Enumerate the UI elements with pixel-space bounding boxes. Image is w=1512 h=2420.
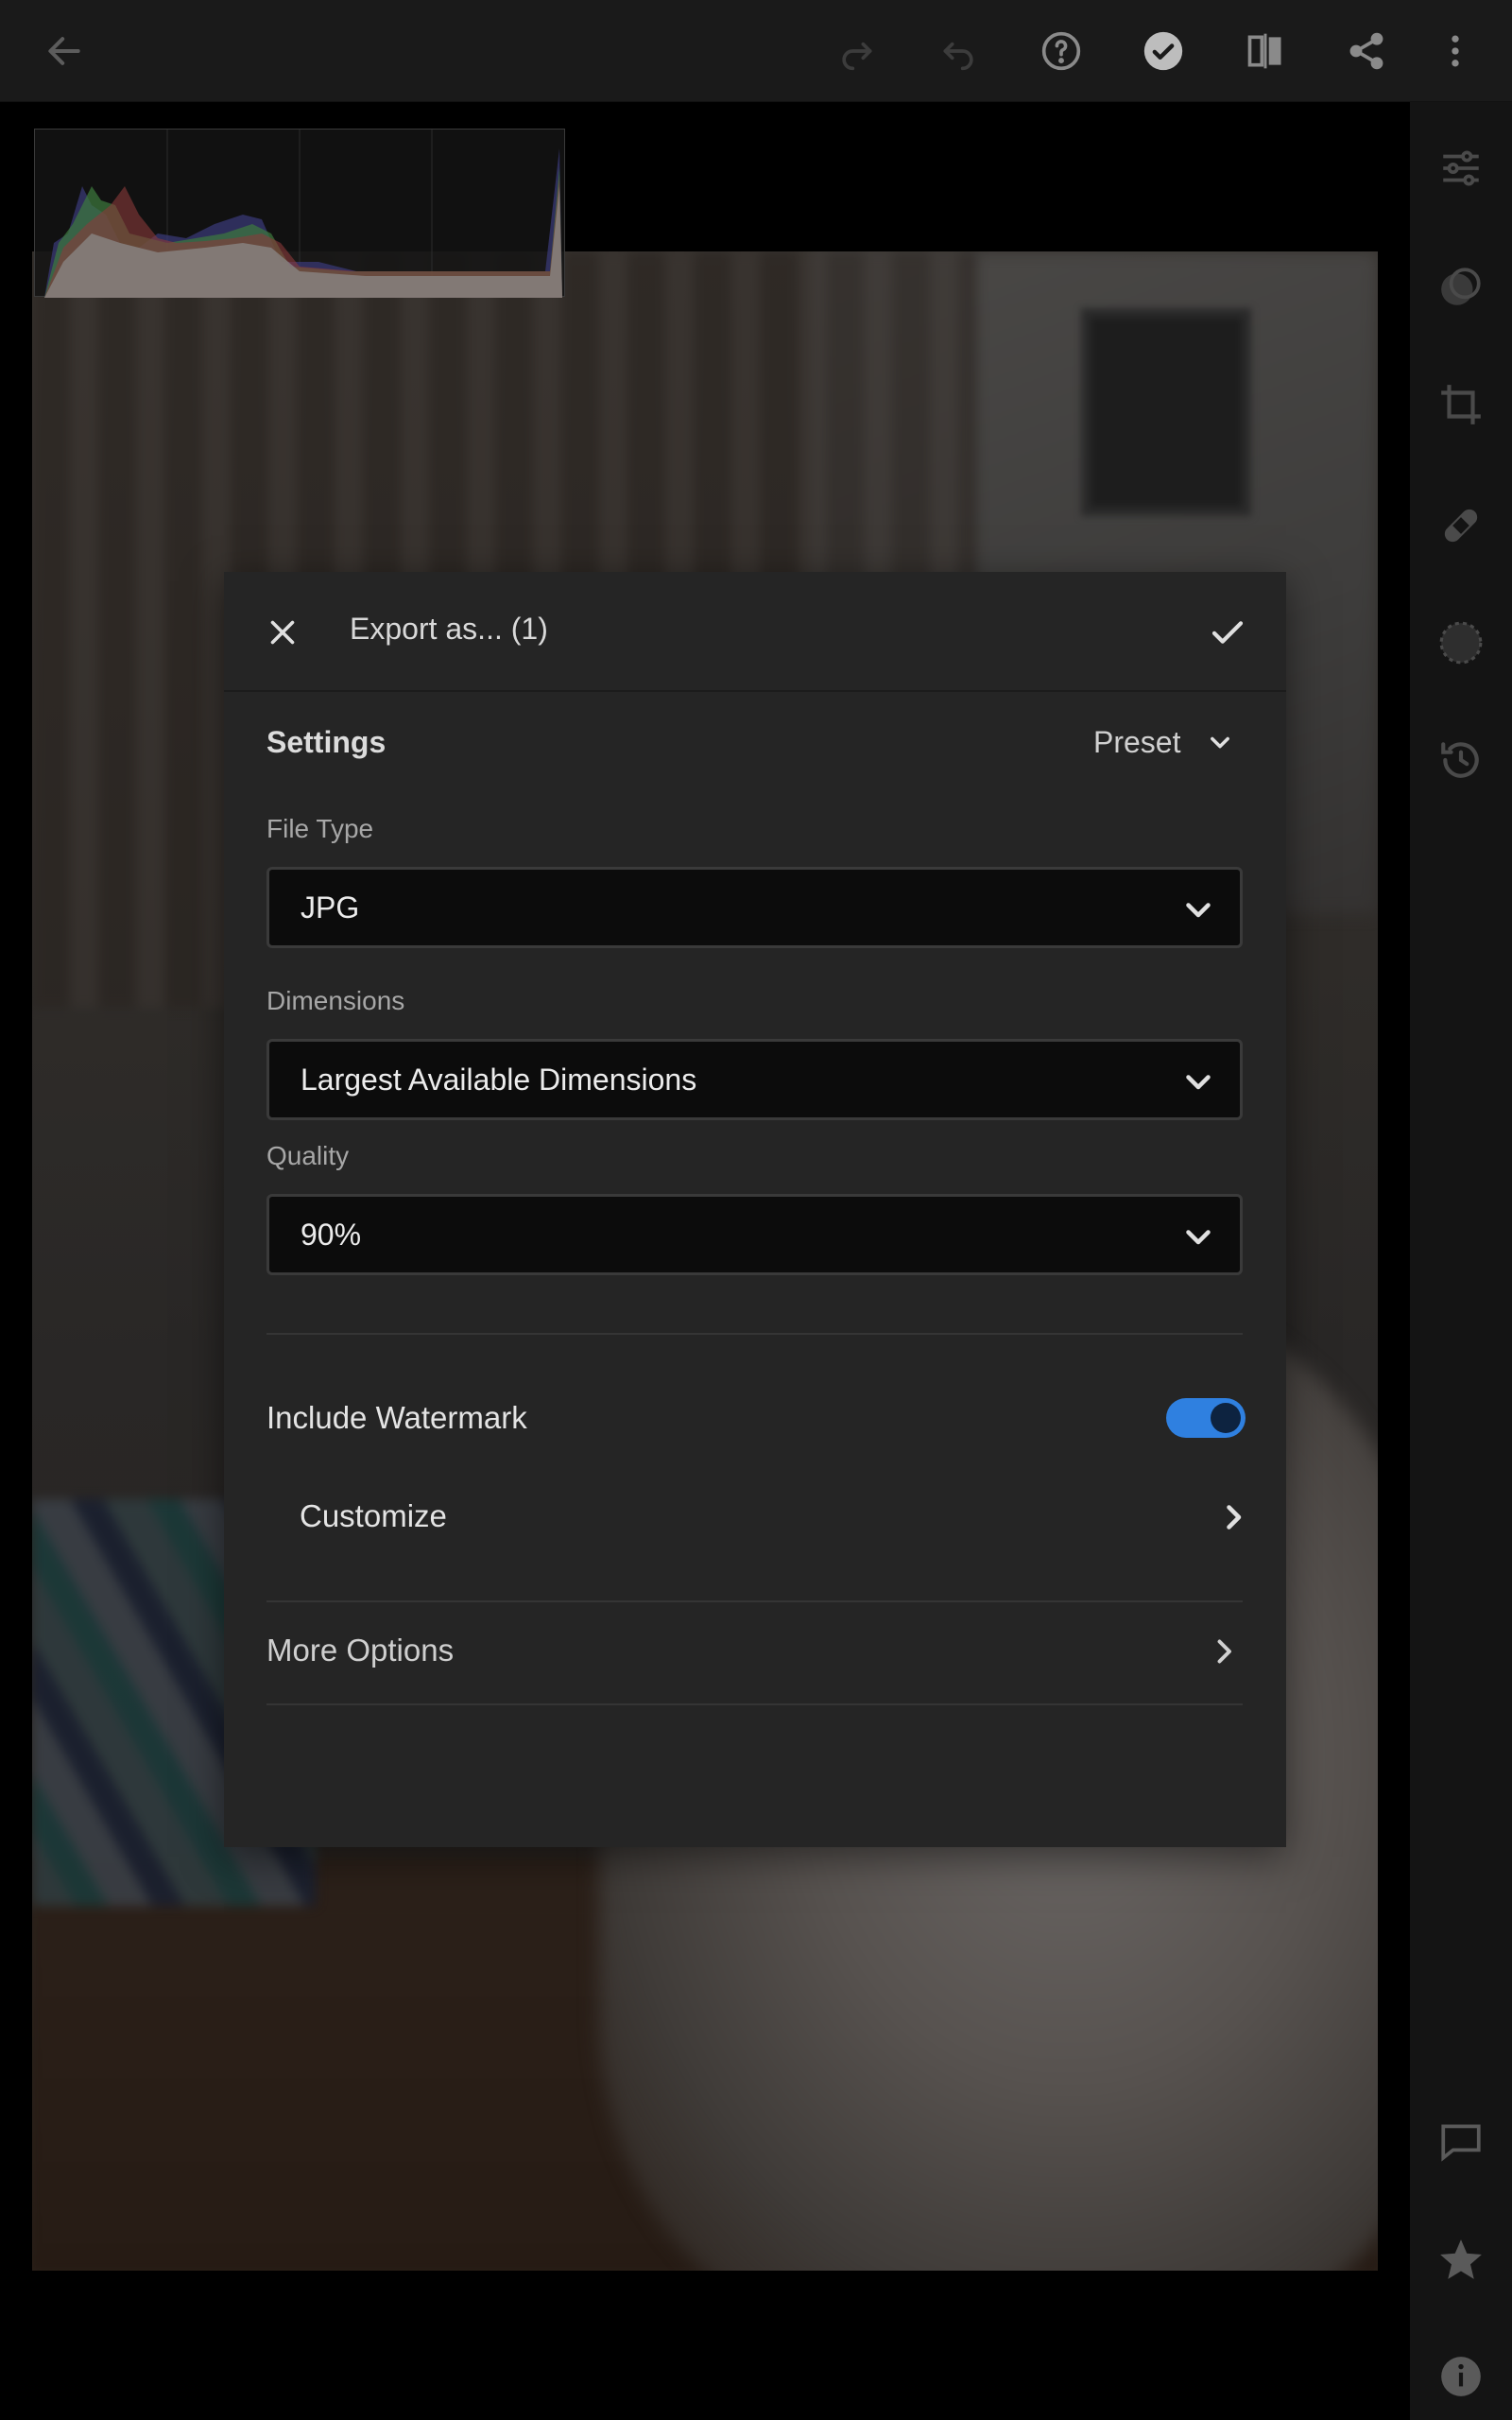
masking-button[interactable] — [1433, 259, 1489, 316]
divider — [266, 1600, 1243, 1602]
help-button[interactable] — [1033, 23, 1090, 79]
dimensions-value: Largest Available Dimensions — [301, 1063, 697, 1097]
more-button[interactable] — [1427, 23, 1484, 79]
rating-button[interactable] — [1433, 2231, 1489, 2288]
chevron-down-icon — [1186, 1230, 1211, 1245]
healing-icon — [1444, 509, 1478, 543]
preset-dropdown[interactable]: Preset — [1093, 718, 1233, 766]
customize-row[interactable]: Customize — [300, 1498, 447, 1534]
histogram[interactable] — [34, 129, 565, 298]
dialog-header: Export as... (1) — [224, 572, 1286, 692]
redo-button[interactable] — [828, 23, 885, 79]
history-button[interactable] — [1433, 732, 1489, 788]
close-button[interactable] — [258, 608, 307, 657]
masking-icon — [1441, 268, 1481, 305]
chevron-down-icon — [1186, 903, 1211, 918]
chevron-right-icon[interactable] — [1207, 1634, 1241, 1668]
compare-icon — [1247, 33, 1281, 69]
chevron-right-icon[interactable] — [1216, 1500, 1250, 1534]
quality-label: Quality — [266, 1141, 350, 1170]
export-dialog: Export as... (1) Settings Preset File Ty… — [224, 572, 1286, 1847]
close-icon — [270, 620, 295, 645]
checkmark-icon — [1211, 621, 1244, 644]
help-icon — [1041, 31, 1081, 71]
customize-label: Customize — [300, 1498, 447, 1533]
app-root: Export as... (1) Settings Preset File Ty… — [0, 0, 1512, 2420]
sliders-icon — [1443, 150, 1479, 186]
info-icon — [1441, 2357, 1481, 2396]
comment-button[interactable] — [1433, 2114, 1489, 2170]
chevron-down-icon — [1211, 736, 1230, 749]
divider — [266, 1333, 1243, 1335]
dialog-title: Export as... (1) — [350, 612, 548, 646]
done-button[interactable] — [1135, 23, 1192, 79]
check-circle-icon — [1143, 31, 1183, 71]
comment-icon — [1441, 2124, 1481, 2162]
info-button[interactable] — [1433, 2348, 1489, 2405]
crop-icon — [1441, 385, 1481, 424]
dimensions-label: Dimensions — [266, 986, 405, 1015]
share-button[interactable] — [1338, 23, 1395, 79]
arrow-left-icon — [48, 37, 80, 65]
toggle-knob — [1211, 1403, 1241, 1433]
photo-frame-region — [1081, 308, 1251, 516]
top-toolbar — [0, 0, 1512, 102]
file-type-label: File Type — [266, 814, 374, 843]
healing-button[interactable] — [1433, 497, 1489, 554]
star-icon — [1440, 2239, 1482, 2279]
watermark-toggle[interactable] — [1166, 1398, 1246, 1438]
quality-value: 90% — [301, 1218, 362, 1252]
dimensions-select[interactable]: Largest Available Dimensions — [266, 1039, 1243, 1120]
watermark-label: Include Watermark — [266, 1400, 527, 1435]
undo-icon — [943, 42, 973, 71]
back-button[interactable] — [36, 23, 93, 79]
crop-button[interactable] — [1433, 376, 1489, 433]
more-options-label: More Options — [266, 1633, 455, 1668]
history-icon — [1441, 742, 1479, 778]
compare-button[interactable] — [1237, 23, 1294, 79]
more-vertical-icon — [1452, 35, 1459, 67]
confirm-export-button[interactable] — [1203, 608, 1252, 657]
file-type-value: JPG — [301, 890, 360, 925]
preset-label: Preset — [1093, 724, 1181, 759]
quality-select[interactable]: 90% — [266, 1194, 1243, 1275]
more-options-row[interactable]: More Options — [266, 1633, 454, 1668]
edit-panel-button[interactable] — [1433, 140, 1489, 197]
undo-button[interactable] — [931, 23, 988, 79]
redo-icon — [842, 42, 872, 71]
chevron-down-icon — [1186, 1075, 1211, 1090]
presets-icon — [1439, 621, 1483, 665]
divider — [266, 1703, 1243, 1705]
settings-heading: Settings — [266, 725, 387, 759]
presets-button[interactable] — [1433, 614, 1489, 671]
share-icon — [1349, 32, 1383, 70]
histogram-graph — [44, 130, 562, 298]
right-toolbar — [1410, 102, 1512, 2420]
file-type-select[interactable]: JPG — [266, 867, 1243, 948]
